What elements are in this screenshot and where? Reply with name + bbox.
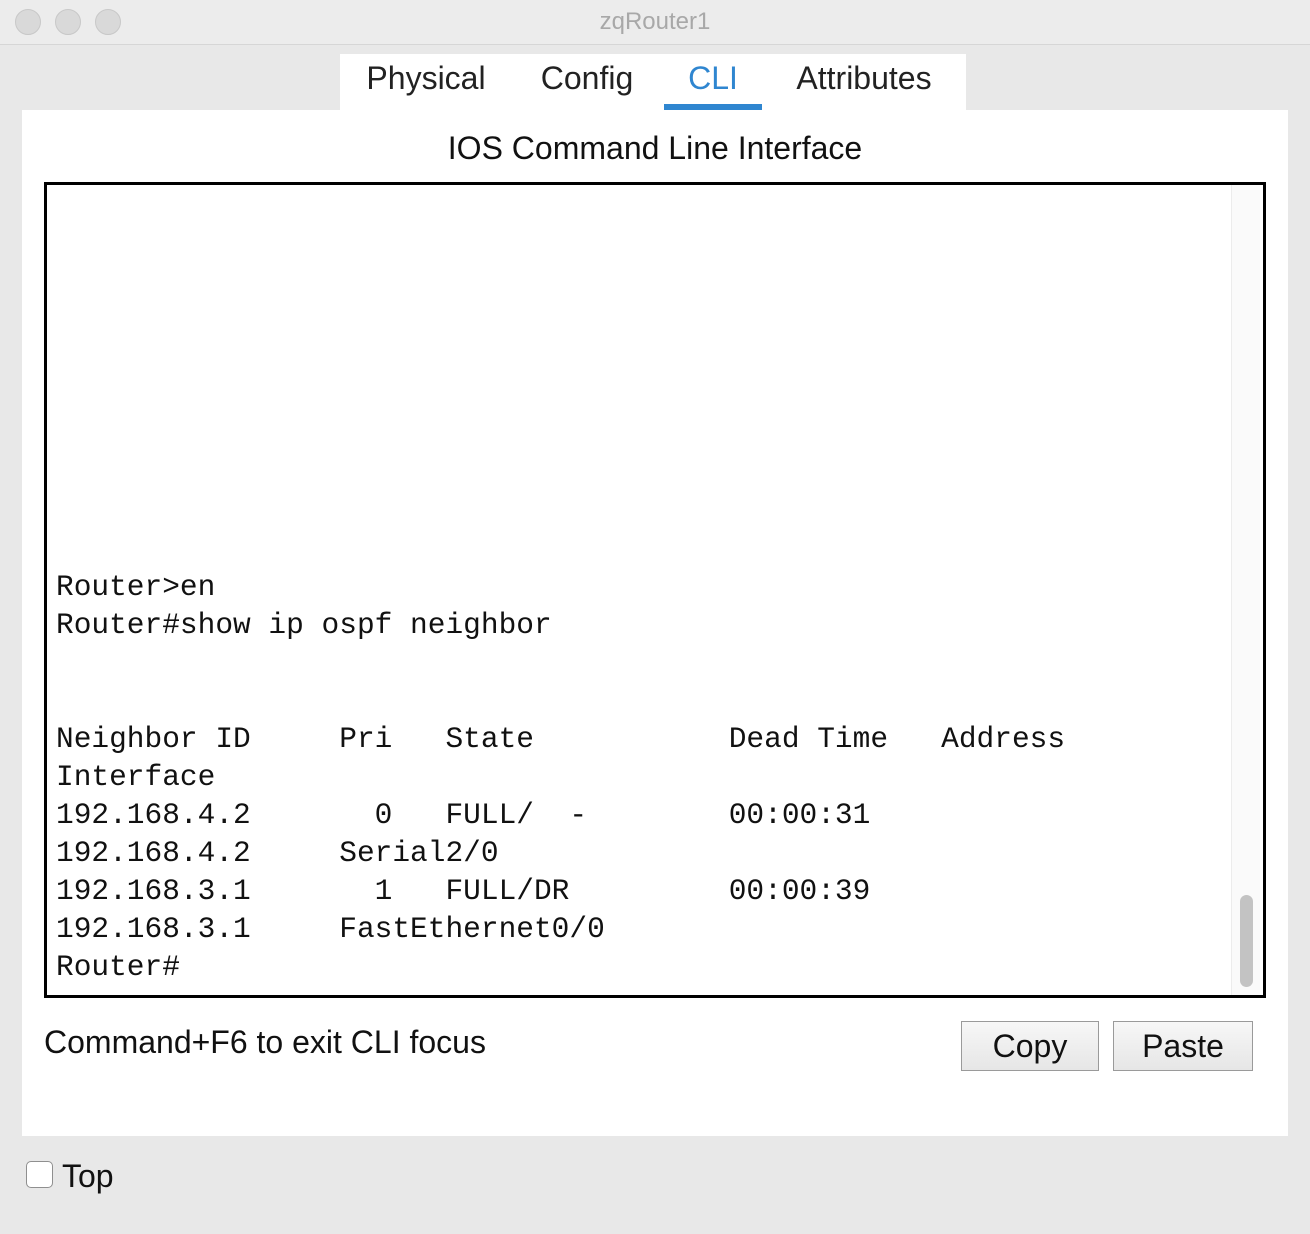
tab-config[interactable]: Config [536,60,638,110]
terminal-scrollbar[interactable] [1231,185,1260,995]
copy-button[interactable]: Copy [961,1021,1099,1071]
paste-button[interactable]: Paste [1113,1021,1253,1071]
title-bar: zqRouter1 [0,0,1310,45]
tab-physical[interactable]: Physical [364,60,488,110]
cli-panel: IOS Command Line Interface Router>en Rou… [22,110,1288,1136]
window-title: zqRouter1 [599,8,711,35]
tab-bar: Physical Config CLI Attributes [340,54,966,110]
cli-terminal[interactable]: Router>en Router#show ip ospf neighbor N… [44,182,1266,998]
top-checkbox[interactable] [26,1161,53,1188]
cli-focus-hint: Command+F6 to exit CLI focus [44,1024,486,1060]
top-checkbox-label: Top [62,1158,114,1194]
scrollbar-thumb[interactable] [1240,895,1253,987]
panel-title: IOS Command Line Interface [447,130,863,166]
tab-attributes[interactable]: Attributes [786,60,942,110]
terminal-output[interactable]: Router>en Router#show ip ospf neighbor N… [56,568,1065,986]
tab-cli[interactable]: CLI [664,60,762,110]
